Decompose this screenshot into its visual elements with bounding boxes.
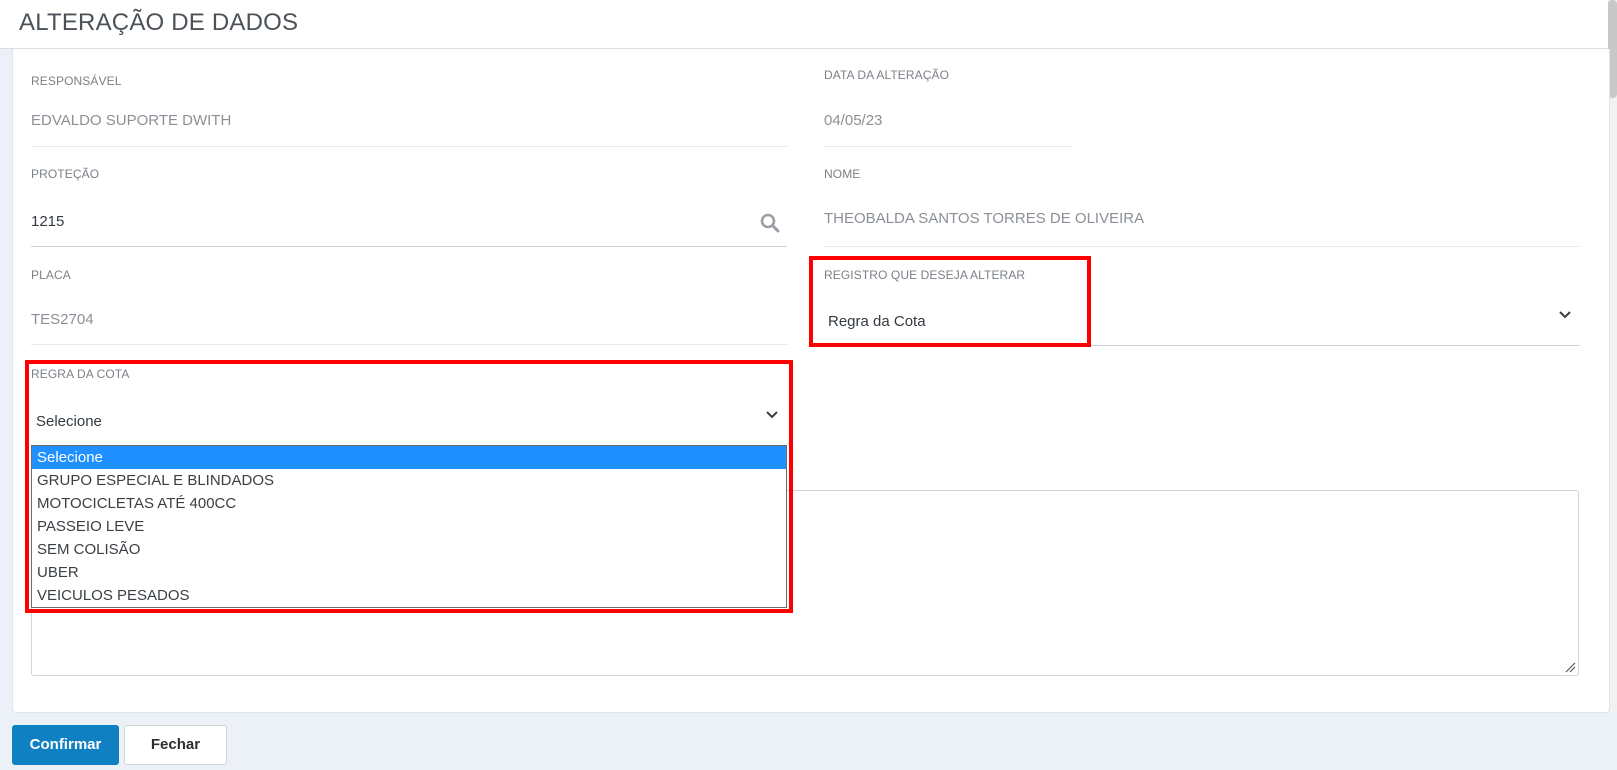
page-title: ALTERAÇÃO DE DADOS	[19, 9, 299, 36]
confirm-button[interactable]: Confirmar	[12, 725, 119, 765]
placa-value: TES2704	[31, 311, 94, 328]
chevron-down-icon[interactable]	[1558, 310, 1572, 320]
resize-handle-icon[interactable]	[1564, 661, 1576, 673]
nome-label: NOME	[824, 167, 861, 181]
data-alteracao-value: 04/05/23	[824, 112, 883, 129]
placa-label: PLACA	[31, 268, 71, 282]
registro-highlight-box	[809, 256, 1091, 347]
responsavel-value: EDVALDO SUPORTE DWITH	[31, 112, 232, 129]
data-alteracao-underline	[824, 146, 1072, 147]
nome-underline	[824, 246, 1580, 247]
search-icon[interactable]	[760, 213, 780, 233]
responsavel-underline	[31, 146, 787, 147]
regra-cota-highlight-box	[25, 360, 793, 613]
data-alteracao-label: DATA DA ALTERAÇÃO	[824, 68, 950, 82]
placa-underline	[31, 344, 787, 345]
close-button[interactable]: Fechar	[124, 725, 227, 765]
protecao-input[interactable]: 1215	[31, 213, 64, 230]
responsavel-label: RESPONSÁVEL	[31, 74, 122, 88]
page-header: ALTERAÇÃO DE DADOS	[0, 0, 1617, 49]
protecao-label: PROTEÇÃO	[31, 167, 100, 181]
nome-value: THEOBALDA SANTOS TORRES DE OLIVEIRA	[824, 210, 1145, 227]
protecao-underline	[31, 246, 787, 247]
